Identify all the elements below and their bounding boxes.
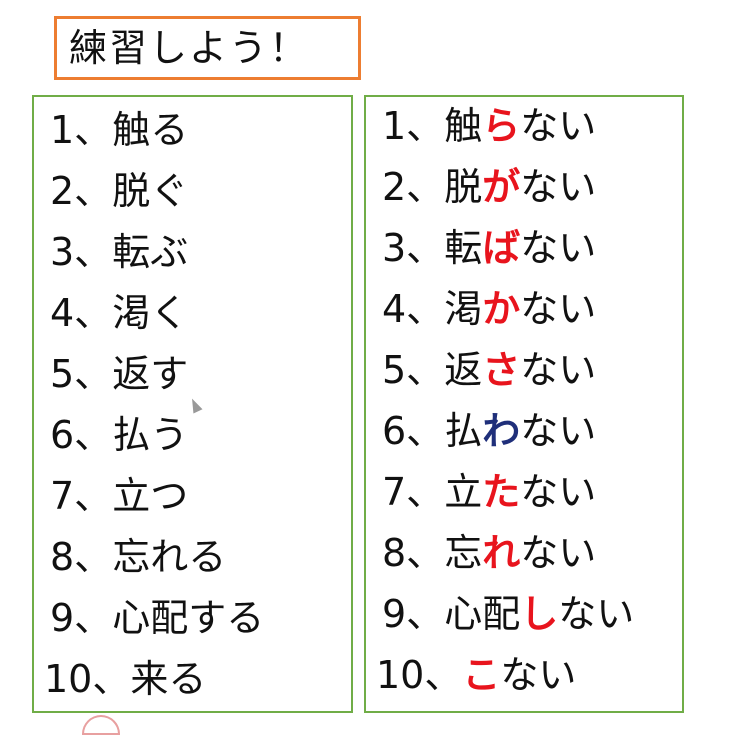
item-number: 4、 — [382, 287, 445, 331]
verb-dictionary-form: 触る — [112, 108, 189, 152]
page-title: 練習しよう！ — [54, 16, 361, 80]
verb-stem: 心配 — [444, 592, 521, 636]
list-item: 4、渇く — [50, 283, 188, 343]
list-item: 4、渇かない — [382, 279, 596, 339]
item-number: 8、 — [382, 531, 445, 575]
nai-suffix: ない — [520, 165, 597, 209]
highlighted-kana: ら — [482, 104, 521, 148]
list-item: 2、脱ぐ — [50, 161, 188, 221]
item-number: 1、 — [50, 108, 113, 152]
item-number: 7、 — [382, 470, 445, 514]
nai-suffix: ない — [520, 531, 597, 575]
nai-suffix: ない — [520, 409, 597, 453]
list-item: 7、立つ — [50, 466, 188, 526]
list-item: 2、脱がない — [382, 157, 596, 217]
list-item: 3、転ぶ — [50, 222, 188, 282]
verb-stem: 立 — [444, 470, 483, 514]
list-item: 10、来る — [44, 649, 206, 709]
verb-dictionary-form: 払う — [112, 413, 189, 457]
verb-stem: 忘 — [444, 531, 483, 575]
decoration-icon — [82, 715, 120, 735]
highlighted-kana: た — [482, 470, 521, 514]
item-number: 9、 — [382, 592, 445, 636]
verb-stem: 脱 — [444, 165, 483, 209]
highlighted-kana: し — [520, 592, 559, 636]
item-number: 2、 — [382, 165, 445, 209]
item-number: 3、 — [50, 230, 113, 274]
item-number: 4、 — [50, 291, 113, 335]
verb-dictionary-form: 立つ — [112, 474, 189, 518]
item-number: 7、 — [50, 474, 113, 518]
list-item: 9、心配しない — [382, 584, 634, 644]
item-number: 6、 — [382, 409, 445, 453]
nai-suffix: ない — [500, 653, 577, 697]
item-number: 5、 — [50, 352, 113, 396]
highlighted-kana: か — [482, 287, 521, 331]
highlighted-kana: こ — [462, 653, 501, 697]
highlighted-kana: ば — [482, 226, 521, 270]
verb-dictionary-form: 転ぶ — [112, 230, 189, 274]
verb-stem: 転 — [444, 226, 483, 270]
nai-suffix: ない — [520, 104, 597, 148]
item-number: 5、 — [382, 348, 445, 392]
list-item: 5、返す — [50, 344, 188, 404]
item-number: 3、 — [382, 226, 445, 270]
item-number: 1、 — [382, 104, 445, 148]
highlighted-kana: わ — [482, 409, 521, 453]
verb-dictionary-form: 心配する — [112, 596, 265, 640]
list-item: 8、忘れない — [382, 523, 596, 583]
list-item: 6、払わない — [382, 401, 596, 461]
item-number: 9、 — [50, 596, 113, 640]
item-number: 8、 — [50, 535, 113, 579]
nai-suffix: ない — [520, 470, 597, 514]
highlighted-kana: が — [482, 165, 521, 209]
verb-dictionary-form: 脱ぐ — [112, 169, 189, 213]
verb-stem: 返 — [444, 348, 483, 392]
list-item: 9、心配する — [50, 588, 264, 648]
verb-dictionary-form: 返す — [112, 352, 189, 396]
highlighted-kana: さ — [482, 348, 521, 392]
list-item: 5、返さない — [382, 340, 596, 400]
nai-suffix: ない — [558, 592, 635, 636]
verb-dictionary-form: 忘れる — [112, 535, 227, 579]
list-item: 7、立たない — [382, 462, 596, 522]
list-item: 1、触る — [50, 100, 188, 160]
item-number: 10、 — [44, 657, 131, 701]
item-number: 2、 — [50, 169, 113, 213]
list-item: 10、こない — [376, 645, 576, 705]
verb-stem: 払 — [444, 409, 483, 453]
verb-stem: 触 — [444, 104, 483, 148]
verb-dictionary-form: 渇く — [112, 291, 189, 335]
list-item: 6、払う — [50, 405, 188, 465]
nai-suffix: ない — [520, 287, 597, 331]
verb-dictionary-form: 来る — [130, 657, 207, 701]
highlighted-kana: れ — [482, 531, 521, 575]
list-item: 8、忘れる — [50, 527, 226, 587]
list-item: 1、触らない — [382, 96, 596, 156]
item-number: 10、 — [376, 653, 463, 697]
verb-stem: 渇 — [444, 287, 483, 331]
item-number: 6、 — [50, 413, 113, 457]
nai-suffix: ない — [520, 226, 597, 270]
list-item: 3、転ばない — [382, 218, 596, 278]
nai-suffix: ない — [520, 348, 597, 392]
